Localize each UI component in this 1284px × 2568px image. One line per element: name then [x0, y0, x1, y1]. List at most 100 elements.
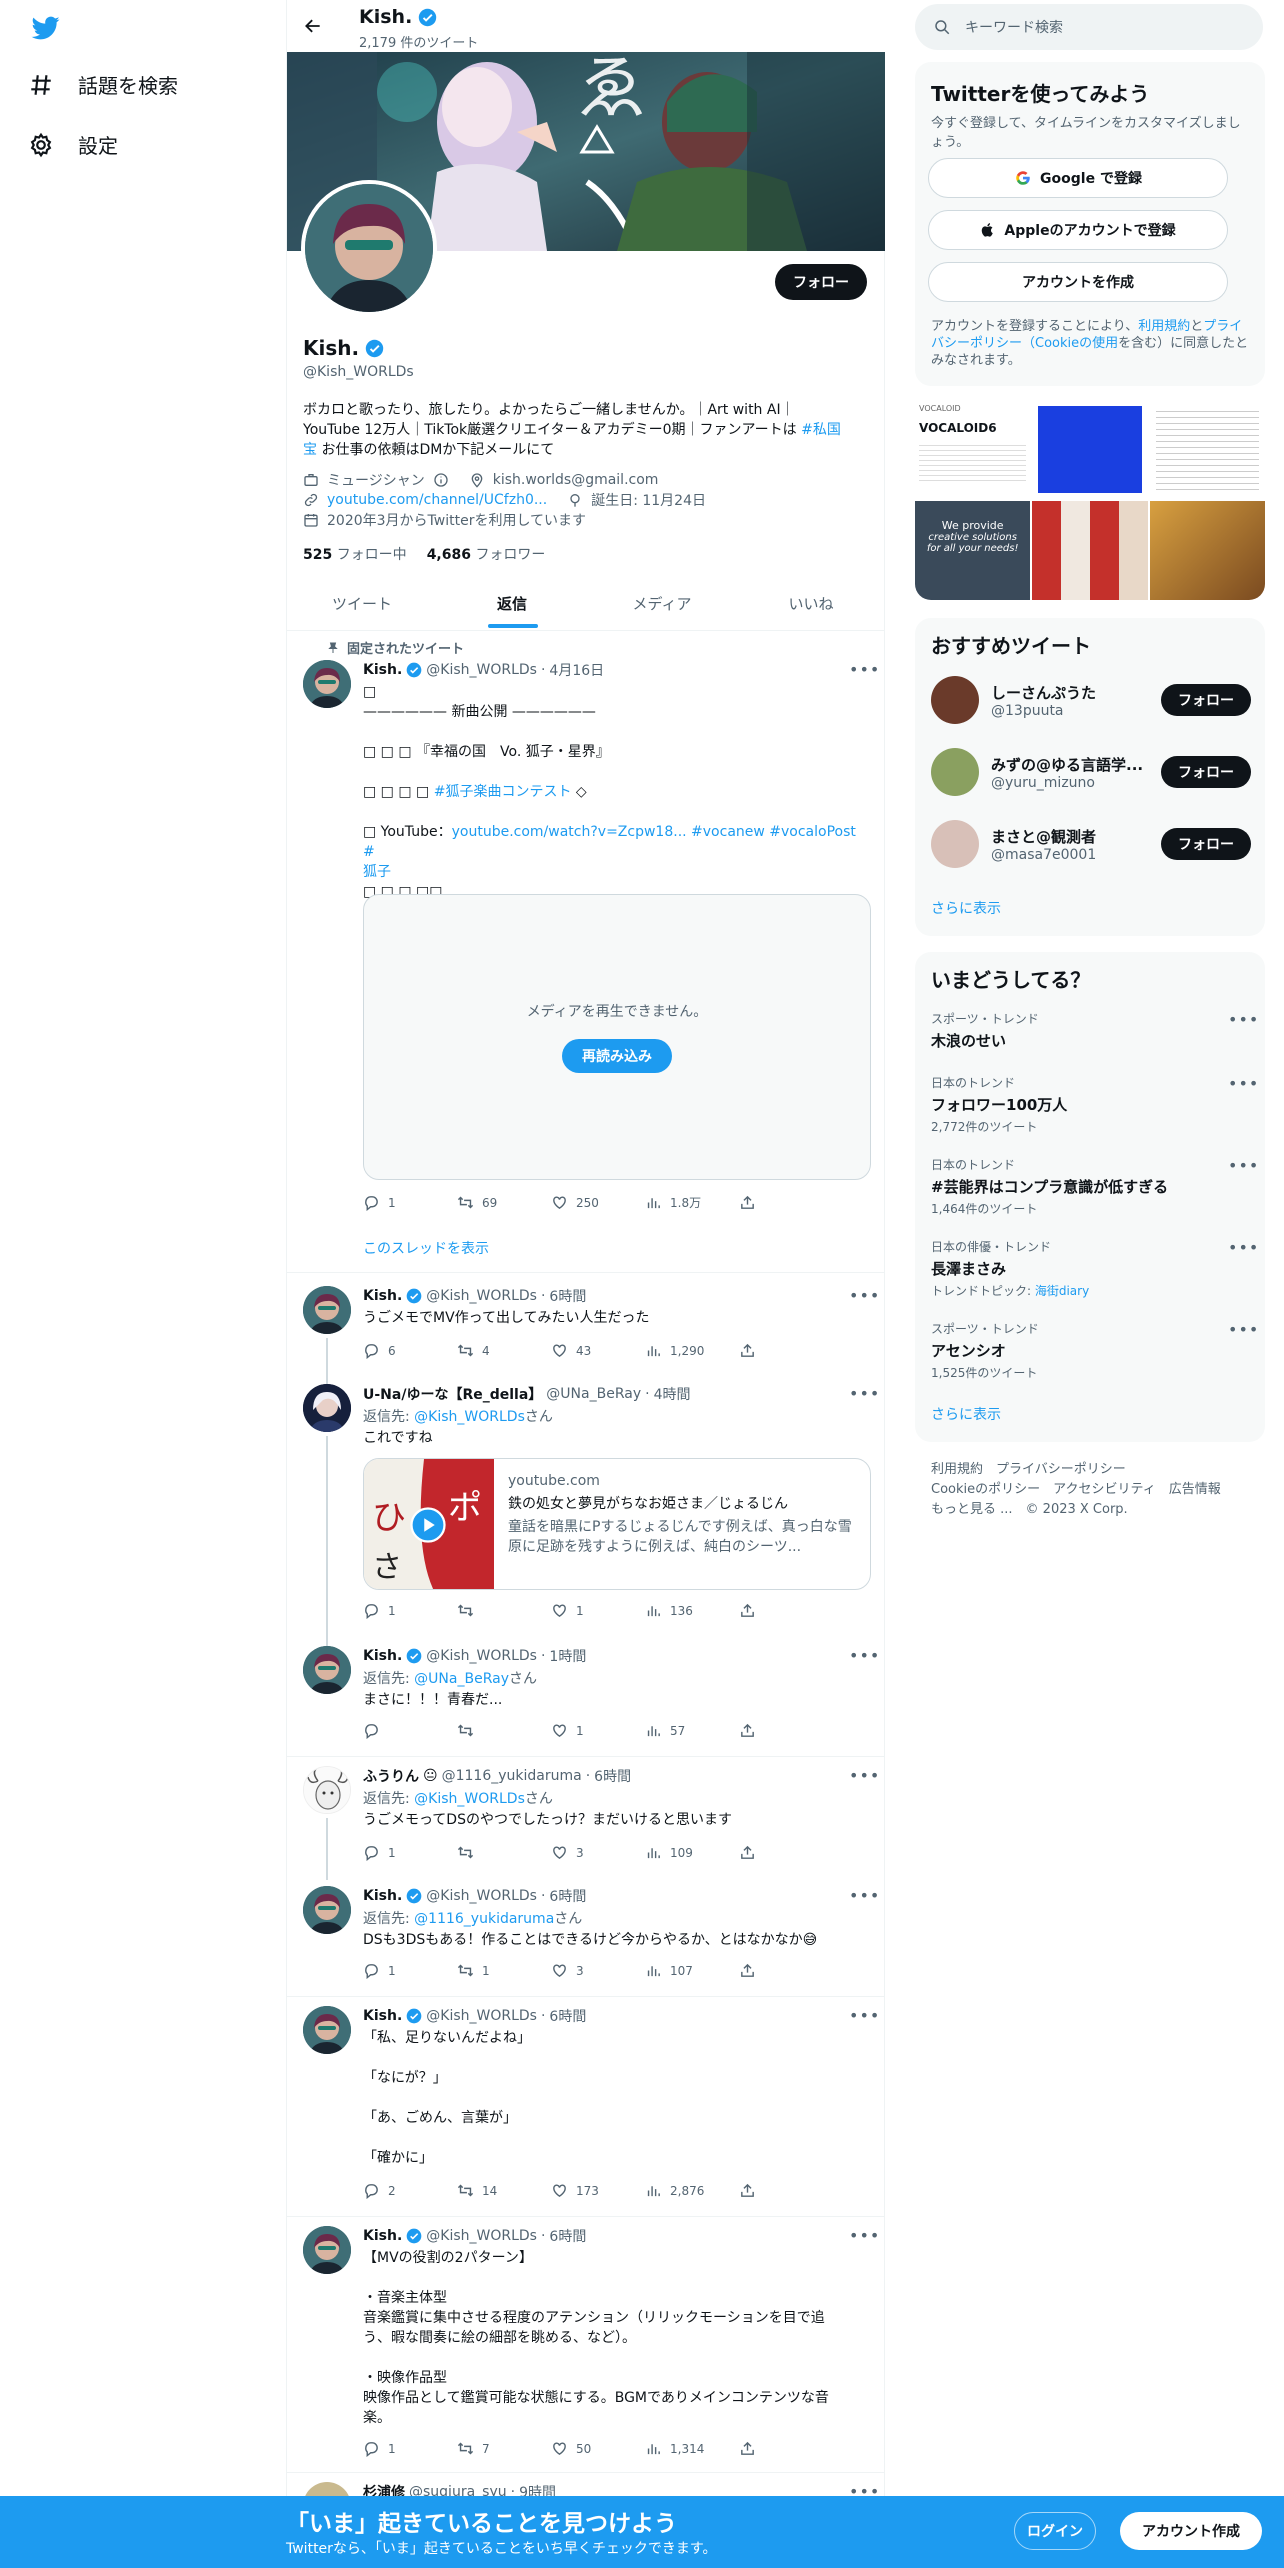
share-button[interactable] [739, 2440, 833, 2457]
like-button[interactable]: 173 [551, 2182, 645, 2199]
more-options-icon[interactable]: ••• [849, 1286, 880, 1305]
retweet-button[interactable]: 14 [457, 2182, 551, 2199]
share-button[interactable] [739, 2182, 833, 2199]
retweet-button[interactable] [457, 1722, 551, 1739]
like-button[interactable]: 43 [551, 1342, 645, 1359]
more-options-icon[interactable]: ••• [849, 1646, 880, 1665]
media-thumbnail[interactable]: VOCALOID VOCALOID6 [915, 400, 1031, 499]
author-name[interactable]: Kish. [363, 2228, 402, 2244]
share-button[interactable] [739, 1722, 833, 1739]
more-options-icon[interactable]: ••• [849, 2006, 880, 2025]
trend-item[interactable]: 日本のトレンド #芸能界はコンプラ意識が低すぎる 1,464件のツイート [915, 1156, 1265, 1217]
avatar[interactable] [931, 748, 979, 796]
author-handle[interactable]: @Kish_WORLDs [426, 1888, 537, 1904]
profile-avatar[interactable] [301, 180, 437, 316]
media-thumbnail[interactable]: We provide creative solutions for all yo… [915, 501, 1031, 600]
more-options-icon[interactable]: ••• [849, 1766, 880, 1785]
reply-button[interactable]: 1 [363, 1602, 457, 1619]
tweet-time[interactable]: 6時間 [549, 1286, 586, 1306]
trend-topic-link[interactable]: 海街diary [1035, 1284, 1089, 1298]
tab-replies[interactable]: 返信 [437, 576, 587, 630]
author-name[interactable]: Kish. [363, 1888, 402, 1904]
trend-item[interactable]: 日本の俳優・トレンド 長澤まさみ トレンドトピック: 海街diary [915, 1238, 1265, 1299]
reply-button[interactable]: 6 [363, 1342, 457, 1359]
retweet-button[interactable]: 69 [457, 1194, 551, 1211]
reply-button[interactable]: 2 [363, 2182, 457, 2199]
views-button[interactable]: 136 [645, 1602, 739, 1619]
reply-button[interactable] [363, 1722, 457, 1739]
reload-button[interactable]: 再読み込み [562, 1039, 672, 1073]
reply-button[interactable]: 1 [363, 1844, 457, 1861]
bio-hashtag-link[interactable]: #私国 [801, 422, 841, 438]
like-button[interactable]: 1 [551, 1722, 645, 1739]
tweet-time[interactable]: 4月16日 [549, 660, 604, 680]
trend-item[interactable]: 日本のトレンド フォロワー100万人 2,772件のツイート [915, 1074, 1265, 1135]
author-name[interactable]: U-Na/ゆーな【Re_della】 [363, 1384, 542, 1404]
footer-link[interactable]: もっと見る ... [931, 1502, 1013, 1517]
more-options-icon[interactable]: ••• [1228, 1238, 1259, 1257]
more-options-icon[interactable]: ••• [1228, 1010, 1259, 1029]
show-more-link[interactable]: さらに表示 [931, 1404, 1001, 1424]
signup-button[interactable]: アカウント作成 [1120, 2512, 1262, 2550]
nav-explore[interactable]: 話題を検索 [28, 70, 178, 99]
like-button[interactable]: 250 [551, 1194, 645, 1211]
tweet-time[interactable]: 6時間 [549, 2006, 586, 2026]
retweet-button[interactable] [457, 1844, 551, 1861]
more-options-icon[interactable]: ••• [1228, 1156, 1259, 1175]
tweet-time[interactable]: 6時間 [549, 2226, 586, 2246]
more-options-icon[interactable]: ••• [1228, 1074, 1259, 1093]
more-options-icon[interactable]: ••• [849, 1384, 880, 1403]
more-options-icon[interactable]: ••• [849, 2226, 880, 2245]
views-button[interactable]: 57 [645, 1722, 739, 1739]
author-name[interactable]: ふうりん [363, 1766, 419, 1786]
views-button[interactable]: 1,290 [645, 1342, 739, 1359]
like-button[interactable]: 3 [551, 1844, 645, 1861]
footer-link[interactable]: 広告情報 [1169, 1482, 1221, 1497]
share-button[interactable] [739, 1602, 833, 1619]
reply-to-link[interactable]: @UNa_BeRay [414, 1671, 509, 1687]
recommended-user[interactable]: まさと@観測者 @masa7e0001 フォロー [931, 808, 1251, 880]
avatar[interactable] [303, 2006, 351, 2054]
tab-media[interactable]: メディア [587, 576, 737, 630]
tweet-time[interactable]: 1時間 [549, 1646, 586, 1666]
avatar[interactable] [931, 820, 979, 868]
hashtag-link[interactable]: 狐子 [363, 862, 863, 882]
info-icon[interactable] [433, 472, 449, 488]
follow-button[interactable]: フォロー [775, 264, 867, 300]
share-button[interactable] [739, 1194, 833, 1211]
author-handle[interactable]: @Kish_WORLDs [426, 2228, 537, 2244]
tab-likes[interactable]: いいね [737, 576, 885, 630]
tweet-time[interactable]: 6時間 [549, 1886, 586, 1906]
hashtag-link[interactable]: #狐子楽曲コンテスト [434, 784, 572, 800]
media-thumbnail[interactable] [1149, 501, 1265, 600]
followers-link[interactable]: 4,686 フォロワー [427, 544, 546, 564]
like-button[interactable]: 50 [551, 2440, 645, 2457]
avatar[interactable] [303, 1766, 351, 1814]
avatar[interactable] [931, 676, 979, 724]
google-signup-button[interactable]: Google で登録 [928, 158, 1228, 198]
views-button[interactable]: 107 [645, 1962, 739, 1979]
retweet-button[interactable]: 4 [457, 1342, 551, 1359]
apple-signup-button[interactable]: Appleのアカウントで登録 [928, 210, 1228, 250]
follow-button[interactable]: フォロー [1161, 756, 1251, 788]
share-button[interactable] [739, 1962, 833, 1979]
trend-item[interactable]: スポーツ・トレンド アセンシオ 1,525件のツイート [915, 1320, 1265, 1381]
avatar[interactable] [303, 660, 351, 708]
back-arrow-icon[interactable] [303, 16, 323, 36]
reply-to-link[interactable]: @Kish_WORLDs [414, 1409, 525, 1425]
footer-link[interactable]: アクセシビリティ [1053, 1482, 1156, 1497]
terms-link[interactable]: 利用規約 [1138, 319, 1190, 334]
retweet-button[interactable]: 1 [457, 1962, 551, 1979]
play-icon[interactable] [410, 1507, 446, 1543]
twitter-logo-icon[interactable] [30, 14, 62, 42]
author-name[interactable]: Kish. [363, 662, 402, 678]
avatar[interactable] [303, 1646, 351, 1694]
tweet-time[interactable]: 6時間 [594, 1766, 631, 1786]
login-button[interactable]: ログイン [1014, 2512, 1096, 2550]
tweet-time[interactable]: 4時間 [654, 1384, 691, 1404]
share-button[interactable] [739, 1844, 833, 1861]
retweet-button[interactable]: 7 [457, 2440, 551, 2457]
link-card[interactable]: ひさ ポ youtube.com 鉄の処女と夢見がちなお姫さま／じょるじん 童話を… [363, 1458, 871, 1590]
views-button[interactable]: 2,876 [645, 2182, 739, 2199]
author-name[interactable]: Kish. [363, 1648, 402, 1664]
